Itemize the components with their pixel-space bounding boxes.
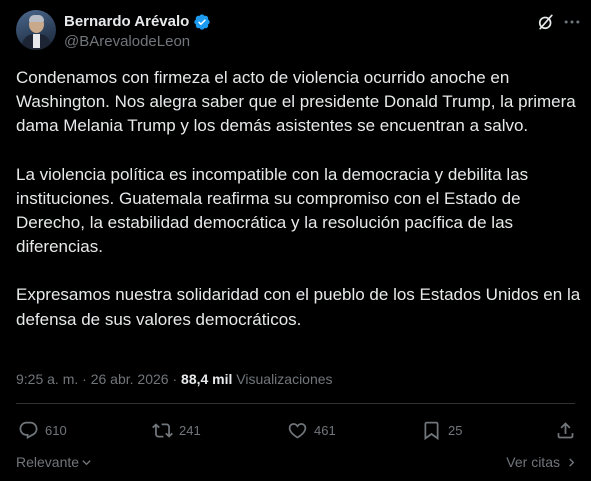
repost-count: 241 <box>179 422 201 438</box>
meta-separator: · <box>82 371 87 387</box>
divider <box>16 403 575 404</box>
view-quotes-link[interactable]: Ver citas <box>506 452 577 472</box>
bookmark-button[interactable]: 25 <box>421 416 462 444</box>
quotes-label: Ver citas <box>506 454 560 470</box>
author-name-row: Bernardo Arévalo <box>64 12 211 32</box>
like-icon <box>288 422 307 439</box>
bookmark-count: 25 <box>448 422 463 438</box>
tweet-card: Bernardo Arévalo @BArevalodeLeon Condena… <box>0 0 591 481</box>
chevron-right-icon <box>569 457 575 467</box>
tweet-date[interactable]: 26 abr. 2026 <box>91 371 169 387</box>
tweet-paragraph: La violencia política es incompatible co… <box>16 164 529 257</box>
reply-icon <box>19 421 38 439</box>
tweet-text: Condenamos con firmeza el acto de violen… <box>16 66 581 332</box>
grok-icon[interactable] <box>536 12 556 32</box>
sort-dropdown[interactable]: Relevante <box>16 452 92 472</box>
action-bar: 610 241 461 25 <box>16 416 579 444</box>
verified-badge-icon <box>194 14 211 30</box>
reply-count: 610 <box>45 422 67 438</box>
meta-separator: · <box>172 371 178 387</box>
like-count: 461 <box>314 422 336 438</box>
more-icon[interactable] <box>562 12 582 32</box>
tweet-paragraph: Expresamos nuestra solidaridad con el pu… <box>16 285 581 329</box>
tweet-meta: 9:25 a. m. · 26 abr. 2026 · 88,4 mil Vis… <box>16 369 333 389</box>
share-button[interactable] <box>555 416 576 444</box>
reply-button[interactable]: 610 <box>18 416 67 444</box>
like-button[interactable]: 461 <box>287 416 336 444</box>
author-handle[interactable]: @BArevalodeLeon <box>64 32 190 52</box>
tweet-time[interactable]: 9:25 a. m. <box>16 371 78 387</box>
repost-icon <box>152 422 173 438</box>
views-label: Visualizaciones <box>236 371 333 387</box>
chevron-down-icon <box>82 459 91 465</box>
bookmark-icon <box>424 421 439 440</box>
repost-button[interactable]: 241 <box>152 416 201 444</box>
share-icon <box>557 421 574 438</box>
views-count: 88,4 mil <box>181 371 233 387</box>
sort-label: Relevante <box>16 454 80 470</box>
tweet-paragraph: Condenamos con firmeza el acto de violen… <box>16 68 576 136</box>
avatar[interactable] <box>16 10 56 50</box>
display-name[interactable]: Bernardo Arévalo <box>64 12 189 32</box>
